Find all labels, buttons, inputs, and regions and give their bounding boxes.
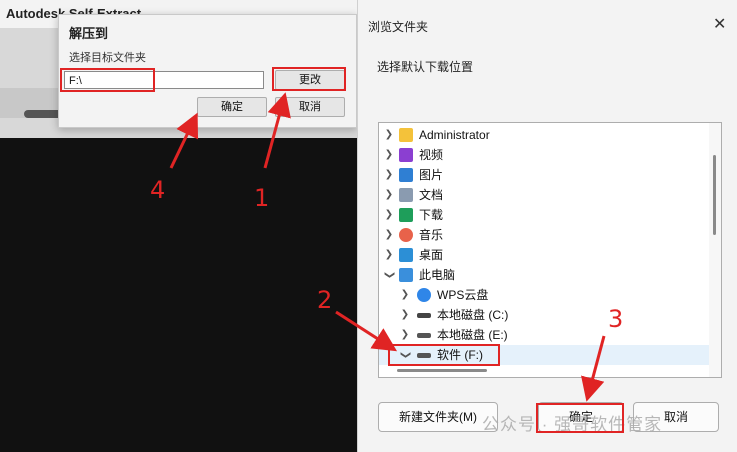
step-number-2: 2 — [317, 286, 333, 314]
step-number-3: 3 — [608, 305, 624, 333]
step-number-4: 4 — [150, 176, 166, 204]
arrow-2 — [335, 310, 398, 352]
arrow-4 — [169, 112, 199, 169]
annotation-arrows — [169, 92, 606, 402]
arrow-1 — [263, 92, 291, 169]
step-number-1: 1 — [254, 184, 270, 212]
arrow-3 — [581, 335, 606, 402]
